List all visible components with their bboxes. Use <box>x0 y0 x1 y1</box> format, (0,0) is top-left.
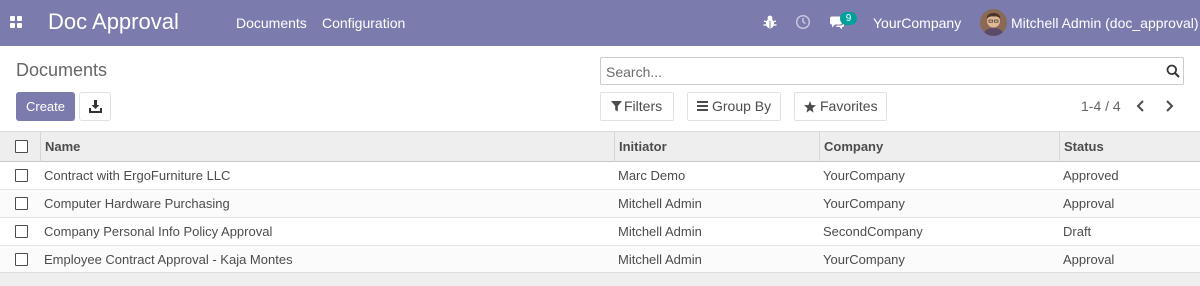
row-checkbox[interactable] <box>15 197 28 210</box>
menu-documents[interactable]: Documents <box>236 15 307 31</box>
column-header-name[interactable]: Name <box>45 132 80 162</box>
table-row[interactable]: Company Personal Info Policy Approval Mi… <box>0 218 1200 246</box>
group-by-button[interactable]: Group By <box>687 92 781 121</box>
company-switcher[interactable]: YourCompany <box>873 15 961 31</box>
search-bar <box>600 57 1184 85</box>
table-footer <box>0 272 1200 286</box>
download-icon <box>89 100 102 113</box>
favorites-button[interactable]: Favorites <box>794 92 887 121</box>
row-checkbox[interactable] <box>15 253 28 266</box>
filter-icon <box>611 101 622 112</box>
table-row[interactable]: Employee Contract Approval - Kaja Montes… <box>0 246 1200 274</box>
cell-company: YourCompany <box>823 168 905 183</box>
column-header-initiator[interactable]: Initiator <box>619 132 667 162</box>
cell-initiator: Mitchell Admin <box>618 224 702 239</box>
search-input[interactable] <box>606 62 1156 81</box>
cell-initiator: Marc Demo <box>618 168 686 183</box>
message-count-badge: 9 <box>840 12 857 25</box>
cell-name: Company Personal Info Policy Approval <box>44 224 273 239</box>
cell-status: Approval <box>1063 196 1115 211</box>
user-menu[interactable]: Mitchell Admin (doc_approval) <box>1011 15 1199 31</box>
search-icon[interactable] <box>1166 64 1180 78</box>
avatar[interactable] <box>980 9 1007 36</box>
filters-button[interactable]: Filters <box>600 92 674 121</box>
cell-name: Computer Hardware Purchasing <box>44 196 230 211</box>
list-icon <box>697 101 708 111</box>
select-all-checkbox[interactable] <box>15 140 28 153</box>
column-header-status[interactable]: Status <box>1064 132 1104 162</box>
filters-label: Filters <box>624 98 663 114</box>
breadcrumb-title: Documents <box>16 60 108 80</box>
row-checkbox[interactable] <box>15 225 28 238</box>
top-navbar: Doc Approval Documents Configuration 9 Y… <box>0 0 1200 46</box>
cell-name: Contract with ErgoFurniture LLC <box>44 168 231 183</box>
group-by-label: Group By <box>712 98 772 114</box>
apps-grid-icon[interactable] <box>10 16 23 29</box>
cell-company: YourCompany <box>823 196 905 211</box>
cell-status: Approval <box>1063 252 1115 267</box>
cell-status: Draft <box>1063 224 1092 239</box>
table-header: Name Initiator Company Status <box>0 131 1200 162</box>
column-header-company[interactable]: Company <box>824 132 883 162</box>
cell-initiator: Mitchell Admin <box>618 196 702 211</box>
menu-configuration[interactable]: Configuration <box>322 15 405 31</box>
create-button[interactable]: Create <box>16 92 75 121</box>
cell-company: SecondCompany <box>823 224 923 239</box>
app-title[interactable]: Doc Approval <box>48 9 179 35</box>
chevron-left-icon[interactable] <box>1134 99 1148 113</box>
cell-name: Employee Contract Approval - Kaja Montes <box>44 252 293 267</box>
clock-icon[interactable] <box>795 14 811 30</box>
cell-initiator: Mitchell Admin <box>618 252 702 267</box>
pager-value[interactable]: 1-4 / 4 <box>1081 98 1121 114</box>
bug-icon[interactable] <box>762 14 778 30</box>
row-checkbox[interactable] <box>15 169 28 182</box>
cell-status: Approved <box>1063 168 1119 183</box>
cell-company: YourCompany <box>823 252 905 267</box>
favorites-label: Favorites <box>820 98 878 114</box>
star-icon <box>804 101 816 113</box>
download-button[interactable] <box>79 92 111 121</box>
table-row[interactable]: Computer Hardware Purchasing Mitchell Ad… <box>0 190 1200 218</box>
table-row[interactable]: Contract with ErgoFurniture LLC Marc Dem… <box>0 162 1200 190</box>
chevron-right-icon[interactable] <box>1162 99 1176 113</box>
